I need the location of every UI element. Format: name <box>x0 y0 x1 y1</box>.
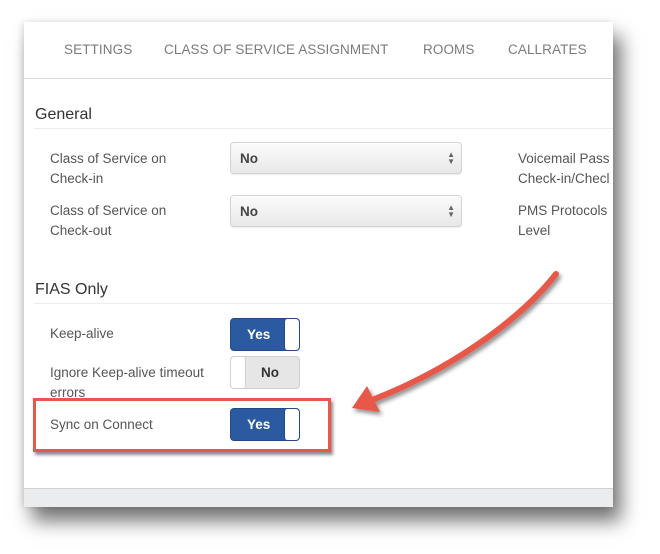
label-line: errors <box>50 385 86 400</box>
toggle-value: Yes <box>247 417 271 432</box>
field-label-sync-on-connect: Sync on Connect <box>50 415 153 435</box>
ignore-keep-alive-toggle[interactable]: No <box>230 356 300 389</box>
field-label-voicemail-password: Voicemail Pass Check-in/Checl <box>518 149 610 189</box>
keep-alive-toggle[interactable]: Yes <box>230 318 300 351</box>
cos-checkin-select[interactable]: No ▲ ▼ <box>230 142 462 174</box>
label-line: PMS Protocols <box>518 203 608 218</box>
footer-strip <box>24 488 613 507</box>
field-label-ignore-keep-alive: Ignore Keep-alive timeout errors <box>50 363 204 403</box>
select-value: No <box>240 204 258 219</box>
label-line: Level <box>518 223 551 238</box>
section-title-general: General <box>35 106 92 123</box>
tab-settings[interactable]: SETTINGS <box>64 42 132 57</box>
select-arrows-icon: ▲ ▼ <box>447 150 455 166</box>
label-line: Class of Service on <box>50 151 167 166</box>
label-line: Check-in/Checl <box>518 171 610 186</box>
label-line: Check-out <box>50 223 112 238</box>
tab-bar: SETTINGS CLASS OF SERVICE ASSIGNMENT ROO… <box>24 22 613 79</box>
sync-on-connect-toggle[interactable]: Yes <box>230 408 300 441</box>
tab-class-of-service-assignment[interactable]: CLASS OF SERVICE ASSIGNMENT <box>164 42 389 57</box>
field-label-cos-checkin: Class of Service on Check-in <box>50 149 166 189</box>
toggle-value: No <box>261 365 279 380</box>
toggle-knob <box>284 319 299 350</box>
select-value: No <box>240 151 258 166</box>
label-line: Sync on Connect <box>50 417 153 432</box>
field-label-cos-checkout: Class of Service on Check-out <box>50 201 166 241</box>
label-line: Voicemail Pass <box>518 151 610 166</box>
tab-rooms[interactable]: ROOMS <box>423 42 475 57</box>
select-arrows-icon: ▲ ▼ <box>447 203 455 219</box>
field-label-keep-alive: Keep-alive <box>50 324 114 344</box>
cos-checkout-select[interactable]: No ▲ ▼ <box>230 195 462 227</box>
divider <box>34 303 613 304</box>
settings-card: SETTINGS CLASS OF SERVICE ASSIGNMENT ROO… <box>24 22 613 507</box>
label-line: Ignore Keep-alive timeout <box>50 365 204 380</box>
toggle-value: Yes <box>247 327 271 342</box>
toggle-knob <box>231 357 246 388</box>
toggle-knob <box>284 409 299 440</box>
divider <box>34 128 613 129</box>
label-line: Keep-alive <box>50 326 114 341</box>
label-line: Class of Service on <box>50 203 167 218</box>
label-line: Check-in <box>50 171 104 186</box>
section-title-fias-only: FIAS Only <box>35 281 108 298</box>
tab-callrates[interactable]: CALLRATES <box>508 42 587 57</box>
field-label-pms-protocols: PMS Protocols Level <box>518 201 607 241</box>
